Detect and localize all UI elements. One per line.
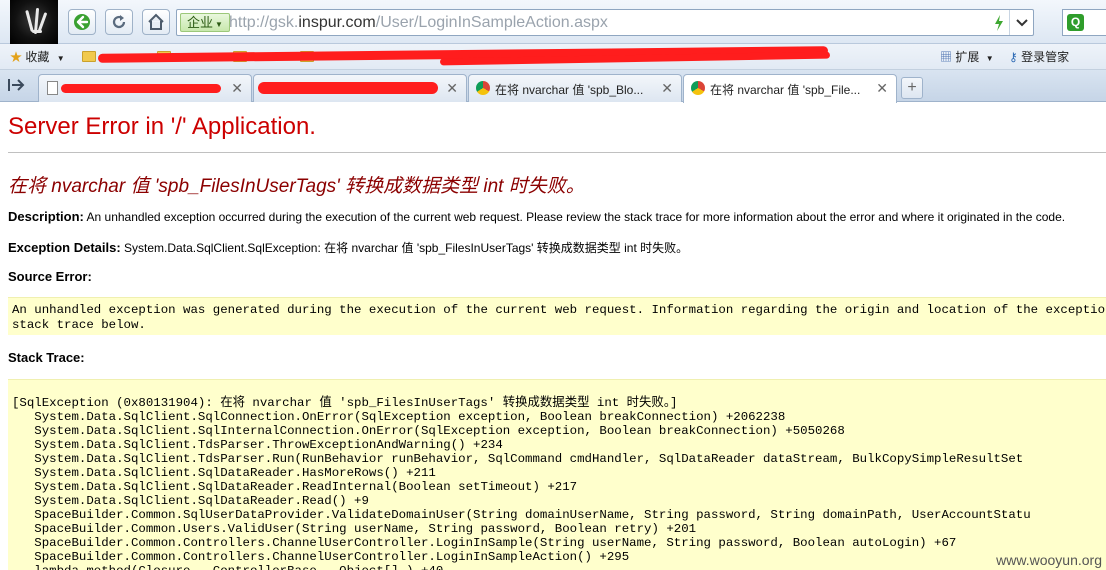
home-button[interactable] bbox=[142, 9, 170, 35]
stack-trace-line: System.Data.SqlClient.TdsParser.ThrowExc… bbox=[12, 438, 503, 452]
exception-label: Exception Details: bbox=[8, 240, 121, 255]
plus-icon: + bbox=[907, 79, 917, 96]
security-zone-dropdown[interactable]: 企业 ▼ bbox=[180, 13, 230, 32]
description-text: An unhandled exception occurred during t… bbox=[86, 210, 1066, 224]
stack-trace-line: System.Data.SqlClient.TdsParser.Run(RunB… bbox=[12, 452, 1024, 466]
chevron-down-icon bbox=[1015, 14, 1028, 32]
browser-logo-icon bbox=[10, 0, 58, 44]
browser-toolbar: 企业 ▼ http://gsk.inspur.com/User/LoginInSa… bbox=[0, 0, 1106, 44]
exception-details-line: Exception Details: System.Data.SqlClient… bbox=[8, 239, 688, 256]
tab-spb-blo[interactable]: 在将 nvarchar 值 'spb_Blo... ✕ bbox=[468, 74, 682, 102]
chevron-down-icon: ▼ bbox=[56, 54, 65, 63]
tab-label: 在将 nvarchar 值 'spb_Blo... bbox=[495, 83, 644, 97]
stack-trace-line: SpaceBuilder.Common.SqlUserDataProvider.… bbox=[12, 508, 1031, 522]
stack-trace-heading: Stack Trace: bbox=[8, 350, 85, 365]
stack-trace-line: [SqlException (0x80131904): 在将 nvarchar … bbox=[12, 396, 678, 410]
folder-icon bbox=[82, 51, 96, 62]
stack-trace-line: System.Data.SqlClient.SqlDataReader.Read… bbox=[12, 494, 369, 508]
url-input[interactable]: http://gsk.inspur.com/User/LoginInSample… bbox=[229, 14, 608, 32]
divider bbox=[8, 152, 1106, 153]
favorites-menu[interactable]: ★ 收藏 ▼ bbox=[10, 49, 65, 67]
search-box[interactable]: Q bbox=[1062, 9, 1106, 36]
chevron-down-icon: ▼ bbox=[215, 20, 223, 29]
source-error-heading: Source Error: bbox=[8, 269, 92, 284]
url-prefix: http://gsk. bbox=[229, 14, 299, 31]
login-manager-label: 登录管家 bbox=[1021, 50, 1070, 64]
stack-trace-line: System.Data.SqlClient.SqlInternalConnect… bbox=[12, 424, 845, 438]
url-host: inspur.com bbox=[298, 14, 376, 31]
watermark: www.wooyun.org bbox=[996, 552, 1102, 568]
stack-trace-line: System.Data.SqlClient.SqlConnection.OnEr… bbox=[12, 410, 786, 424]
tab-spb-file-active[interactable]: 在将 nvarchar 值 'spb_File... ✕ bbox=[683, 74, 897, 103]
source-error-line: An unhandled exception was generated dur… bbox=[12, 303, 1106, 317]
stack-trace-line: SpaceBuilder.Common.Controllers.ChannelU… bbox=[12, 536, 957, 550]
stack-trace-line: System.Data.SqlClient.SqlDataReader.Read… bbox=[12, 480, 578, 494]
lightning-icon[interactable] bbox=[993, 14, 1005, 37]
address-history-dropdown[interactable] bbox=[1009, 10, 1033, 35]
description-line: Description: An unhandled exception occu… bbox=[8, 209, 1065, 224]
stack-trace-line: SpaceBuilder.Common.Controllers.ChannelU… bbox=[12, 550, 630, 564]
chrome-logo-icon bbox=[476, 81, 490, 95]
extensions-label: 扩展 bbox=[955, 50, 980, 64]
zone-label: 企业 bbox=[187, 15, 214, 30]
extensions-menu[interactable]: ▦ 扩展 ▼ bbox=[940, 49, 994, 67]
redaction-mark bbox=[258, 82, 438, 94]
home-icon bbox=[147, 13, 165, 31]
stack-trace-line: SpaceBuilder.Common.Users.ValidUser(Stri… bbox=[12, 522, 697, 536]
stack-trace-line: System.Data.SqlClient.SqlDataReader.HasM… bbox=[12, 466, 436, 480]
stack-trace-lines: [SqlException (0x80131904): 在将 nvarchar … bbox=[12, 396, 1031, 570]
tab-label: 在将 nvarchar 值 'spb_File... bbox=[710, 83, 860, 97]
sidebar-toggle-icon[interactable] bbox=[8, 78, 28, 94]
redaction-mark bbox=[61, 84, 221, 93]
source-error-line: stack trace below. bbox=[12, 318, 146, 332]
page-content: Server Error in '/' Application. 在将 nvar… bbox=[0, 103, 1106, 570]
tab-redacted-1[interactable]: ✕ bbox=[38, 74, 252, 102]
description-label: Description: bbox=[8, 209, 84, 224]
address-bar[interactable]: 企业 ▼ http://gsk.inspur.com/User/LoginInSa… bbox=[176, 9, 1034, 36]
bookmarks-bar: ★ 收藏 ▼ ▦ 扩展 ▼ ⚷ 登录管家 bbox=[0, 44, 1106, 70]
refresh-button[interactable] bbox=[105, 9, 133, 35]
tab-strip: ✕ ✕ 在将 nvarchar 值 'spb_Blo... ✕ 在将 nvarc… bbox=[0, 70, 1106, 103]
source-error-box: An unhandled exception was generated dur… bbox=[8, 297, 1106, 335]
page-icon bbox=[47, 81, 58, 95]
page-title: Server Error in '/' Application. bbox=[8, 113, 316, 140]
close-icon[interactable]: ✕ bbox=[446, 80, 458, 97]
key-icon: ⚷ bbox=[1009, 50, 1018, 64]
new-tab-button[interactable]: + bbox=[901, 77, 923, 99]
back-arrow-icon bbox=[73, 13, 91, 31]
stack-trace-line: lambda_method(Closure , ControllerBase ,… bbox=[12, 564, 1031, 570]
grid-icon: ▦ bbox=[940, 50, 953, 64]
chrome-logo-icon bbox=[691, 81, 705, 95]
source-error-label: Source Error: bbox=[8, 269, 92, 284]
exception-text: System.Data.SqlClient.SqlException: 在将 n… bbox=[124, 241, 689, 255]
chevron-down-icon: ▼ bbox=[985, 54, 994, 63]
back-button[interactable] bbox=[68, 9, 96, 35]
favorites-label: 收藏 bbox=[25, 50, 50, 64]
tab-redacted-2[interactable]: ✕ bbox=[253, 74, 467, 102]
search-engine-icon[interactable]: Q bbox=[1067, 14, 1084, 31]
login-manager-button[interactable]: ⚷ 登录管家 bbox=[1009, 49, 1069, 65]
bookmark-folder[interactable] bbox=[82, 49, 99, 65]
close-icon[interactable]: ✕ bbox=[876, 80, 888, 97]
url-path: /User/LoginInSampleAction.aspx bbox=[375, 14, 608, 31]
error-message: 在将 nvarchar 值 'spb_FilesInUserTags' 转换成数… bbox=[8, 176, 585, 197]
stack-trace-label: Stack Trace: bbox=[8, 350, 85, 365]
stack-trace-box: [SqlException (0x80131904): 在将 nvarchar … bbox=[8, 379, 1106, 570]
close-icon[interactable]: ✕ bbox=[231, 80, 243, 97]
close-icon[interactable]: ✕ bbox=[661, 80, 673, 97]
star-icon: ★ bbox=[10, 50, 23, 64]
refresh-icon bbox=[110, 13, 128, 31]
